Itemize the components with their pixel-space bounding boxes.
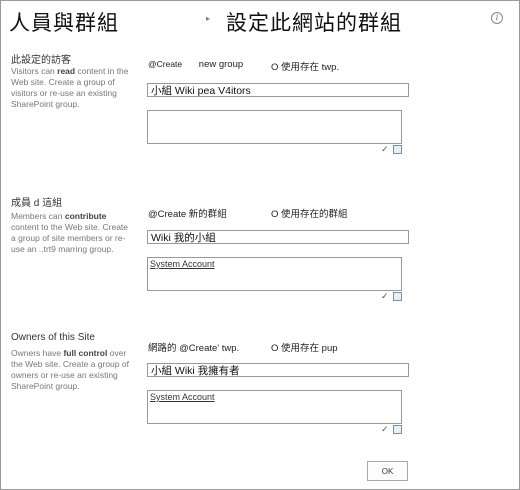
members-account-entry: System Account	[150, 259, 215, 269]
members-create-radio[interactable]: @Create 新的群組	[148, 209, 227, 220]
page-title-setup-groups: 設定此網站的群組	[226, 11, 402, 35]
members-reuse-radio[interactable]: O 使用存在的群組	[271, 206, 348, 220]
owners-create-radio[interactable]: 網路的 @Create' twp.	[148, 343, 239, 354]
visitors-create-radio[interactable]: @Create	[148, 59, 182, 69]
owners-people-tools: ✓	[381, 424, 403, 435]
owners-group-name-input[interactable]: 小組 Wiki 我擁有者	[147, 363, 409, 377]
visitors-people-tools: ✓	[381, 144, 403, 155]
visitors-group-name-input[interactable]: 小組 Wiki pea V4itors	[147, 83, 409, 97]
page-title-people-groups: 人員與群組	[9, 11, 119, 35]
owners-section-title: Owners of this Site	[11, 332, 95, 343]
visitors-section-description: Visitors can read content in the Web sit…	[11, 66, 129, 109]
visitors-section-title: 此設定的訪客	[11, 55, 71, 66]
address-book-icon[interactable]	[393, 145, 403, 155]
address-book-icon[interactable]	[393, 292, 403, 302]
visitors-reuse-radio[interactable]: O 使用存在 twp.	[271, 59, 339, 73]
members-section-description: Members can contribute content to the We…	[11, 211, 129, 254]
members-group-options: @Create 新的群組 O 使用存在的群組	[148, 206, 348, 220]
owners-group-options: 網路的 @Create' twp. O 使用存在 pup	[148, 340, 338, 354]
visitors-members-input[interactable]	[147, 110, 402, 144]
owners-account-entry: System Account	[150, 392, 215, 402]
dialog-frame: 人員與群組 ▸ 設定此網站的群組 i 此設定的訪客 Visitors can r…	[0, 0, 520, 490]
check-names-icon[interactable]: ✓	[381, 424, 389, 434]
check-names-icon[interactable]: ✓	[381, 144, 389, 154]
owners-people-input[interactable]: System Account	[147, 390, 402, 424]
members-group-name-input[interactable]: Wiki 我的小組	[147, 230, 409, 244]
address-book-icon[interactable]	[393, 425, 403, 435]
members-people-tools: ✓	[381, 291, 403, 302]
owners-section-description: Owners have full control over the Web si…	[11, 348, 129, 391]
visitors-group-options: @Create new group O 使用存在 twp.	[148, 59, 339, 73]
info-icon[interactable]: i	[491, 12, 503, 24]
ok-button[interactable]: OK	[367, 461, 408, 481]
breadcrumb-arrow-icon: ▸	[206, 14, 211, 23]
members-people-input[interactable]: System Account	[147, 257, 402, 291]
owners-reuse-radio[interactable]: O 使用存在 pup	[271, 340, 338, 354]
check-names-icon[interactable]: ✓	[381, 291, 389, 301]
members-section-title: 成員 d 這組	[11, 198, 63, 209]
visitors-create-label: new group	[198, 59, 244, 70]
